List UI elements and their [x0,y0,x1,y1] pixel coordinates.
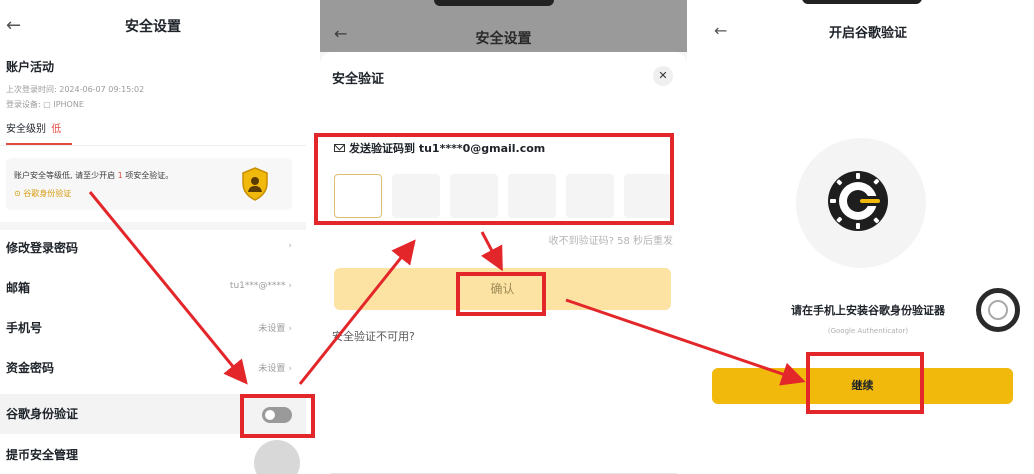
highlight-toggle [240,394,315,438]
change-login-password-row[interactable]: 修改登录密码 › [0,228,306,268]
last-login-time: 上次登录时间: 2024-06-07 09:15:02 [6,85,145,94]
row-label: 手机号 [6,321,43,335]
email-row[interactable]: 邮箱 tu1***@**** › [0,268,306,308]
security-warning-card: 账户安全等级低, 请至少开启 1 项安全验证。 ⊙ 谷歌身份验证 [6,158,292,210]
fund-password-row[interactable]: 资金密码 未设置 › [0,348,306,388]
app-name-subtitle: (Google Authenticator) [827,327,909,335]
page-title: 安全设置 [475,31,532,47]
security-level-value: 低 [51,124,62,135]
google-auth-link[interactable]: ⊙ 谷歌身份验证 [14,188,71,199]
security-level-label: 安全级别 [6,124,46,135]
row-value: 未设置 › [258,364,292,374]
sheet-title: 安全验证 [332,72,385,87]
security-level: 安全级别 低 [6,120,61,135]
header: ← 安全设置 [0,0,306,52]
close-icon[interactable]: ✕ [653,66,673,86]
divider [0,145,306,146]
row-label: 修改登录密码 [6,241,79,255]
dimmed-header: ← 安全设置 [320,0,687,52]
verification-unavailable-link[interactable]: 安全验证不可用? [332,328,415,344]
phone-notch [434,0,554,6]
row-label: 资金密码 [6,361,55,375]
row-value: tu1***@**** › [229,281,292,291]
security-verification-screen: ← 安全设置 安全验证 ✕ 发送验证码到 tu1****0@gmail.com … [320,0,687,474]
row-label: 邮箱 [6,281,31,295]
loading-ring-icon [976,288,1020,332]
account-activity-heading: 账户活动 [6,60,55,74]
shield-icon [242,167,268,201]
google-authenticator-icon [828,171,888,231]
verification-sheet: 安全验证 ✕ 发送验证码到 tu1****0@gmail.com 收不到验证码?… [320,52,687,474]
row-label: 提币安全管理 [6,448,79,462]
row-value: 未设置 › [258,324,292,334]
highlight-confirm [456,272,546,316]
row-label: 谷歌身份验证 [6,407,79,421]
highlight-continue [806,352,924,414]
phone-notch [802,0,922,4]
resend-countdown: 收不到验证码? 58 秒后重发 [548,236,673,247]
phone-row[interactable]: 手机号 未设置 › [0,308,306,348]
security-warning-text: 账户安全等级低, 请至少开启 1 项安全验证。 [14,171,174,180]
row-chevron: › [288,241,292,251]
highlight-code-entry [314,133,674,225]
login-device: 登录设备: ▢ IPHONE [6,100,84,109]
page-title: 安全设置 [125,19,181,35]
page-title: 开启谷歌验证 [828,26,907,41]
